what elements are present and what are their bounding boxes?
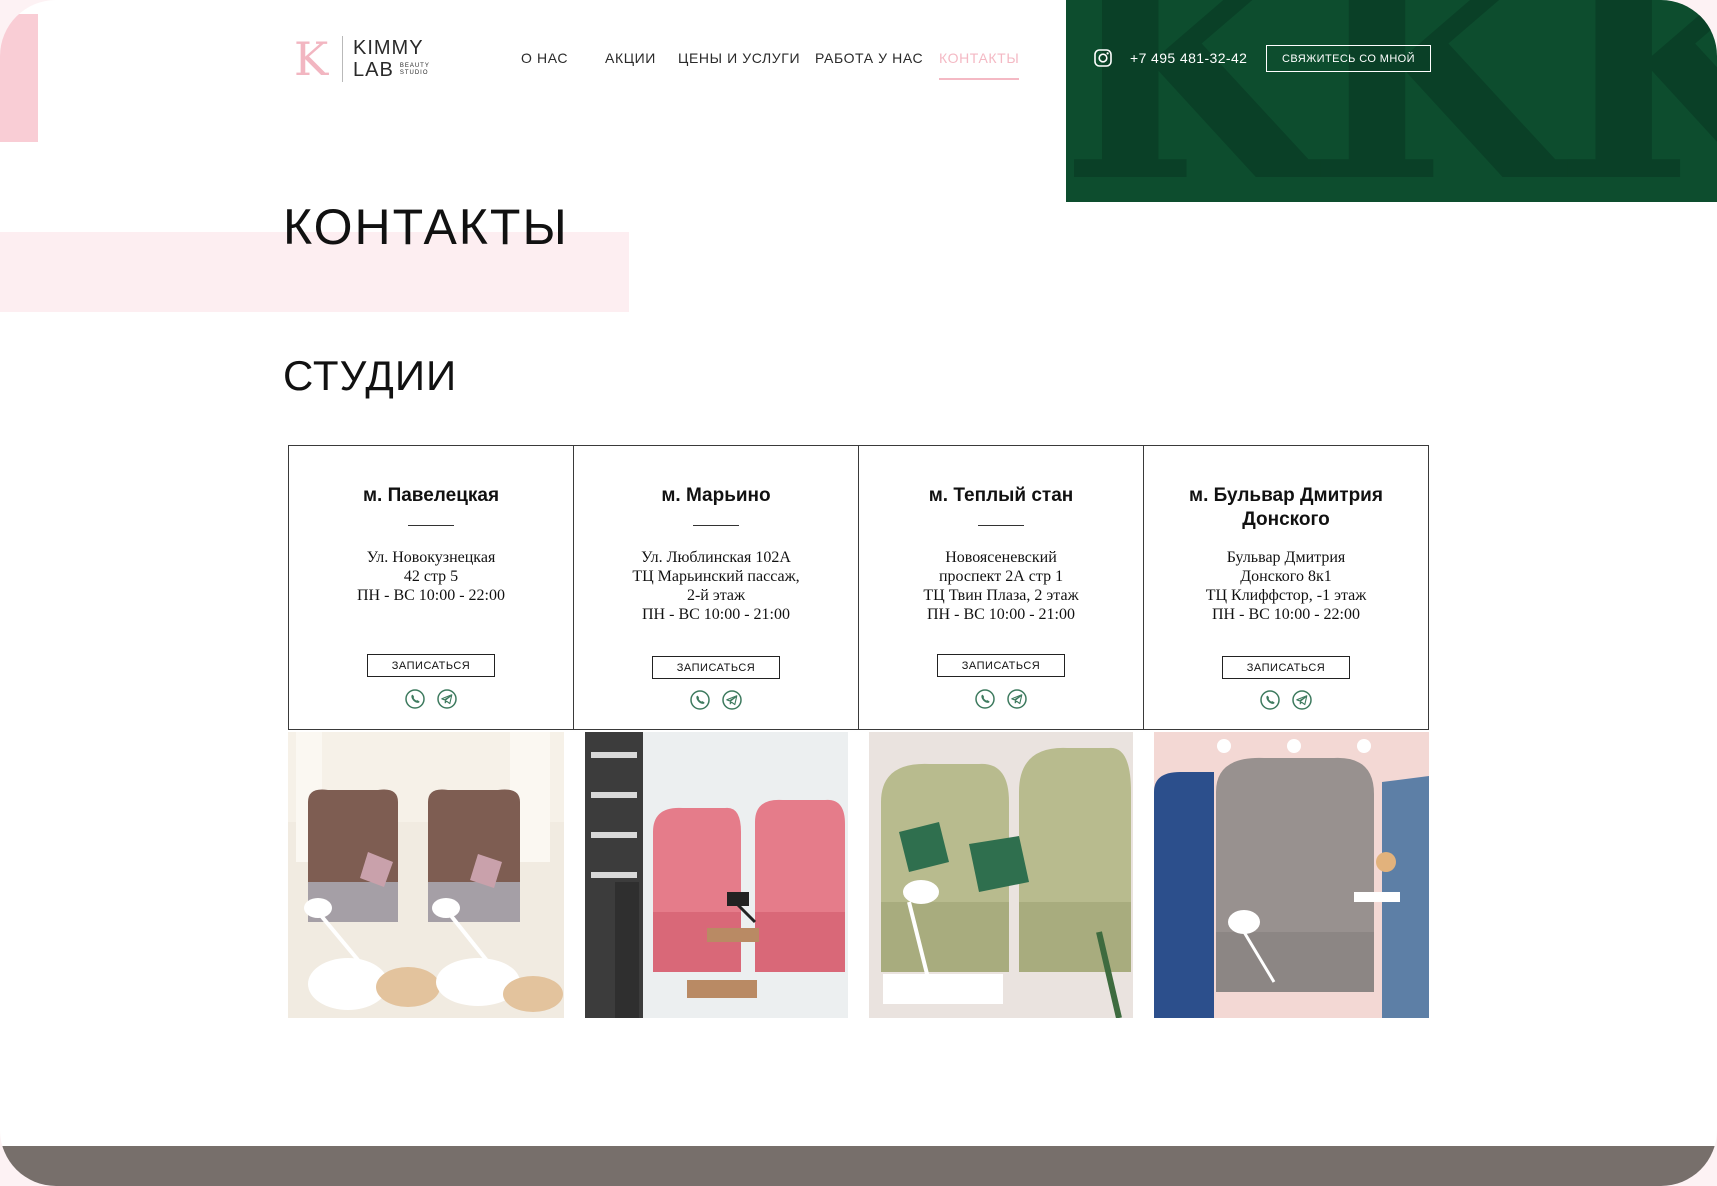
section-title: СТУДИИ [283,352,458,399]
phone-number[interactable]: +7 495 481-32-42 [1130,50,1247,66]
nav-about[interactable]: О НАС [521,50,568,66]
divider-line [978,525,1024,526]
telegram-icon[interactable] [1006,688,1028,710]
studio-photo-maryino [585,732,848,1018]
address-line: проспект 2А стр 1 [938,568,1064,585]
messenger-links [404,688,458,710]
studio-photo-paveletskaya [288,732,564,1018]
header-green-panel: KKKK [1066,0,1717,202]
telegram-icon[interactable] [1291,689,1313,711]
nav-prices-services[interactable]: ЦЕНЫ И УСЛУГИ [678,50,800,66]
page-title: КОНТАКТЫ [283,199,569,255]
logo-wordmark: KIMMY LAB BEAUTY STUDIO [353,38,434,80]
messenger-links [689,689,743,711]
hours-line: ПН - ВС 10:00 - 22:00 [357,587,505,604]
nav-contacts[interactable]: КОНТАКТЫ [939,50,1020,80]
divider-line [693,525,739,526]
page-frame: KKKK K KIMMY LAB BEAUTY STUDIO О НАС АКЦ… [0,0,1717,1186]
telegram-icon[interactable] [436,688,458,710]
hours-line: ПН - ВС 10:00 - 21:00 [927,606,1075,623]
address-line: 42 стр 5 [403,568,459,585]
messenger-links [1259,689,1313,711]
divider-line [408,525,454,526]
book-button[interactable]: ЗАПИСАТЬСЯ [937,654,1065,677]
studio-photo-tepliy-stan [869,732,1133,1018]
address-line: Новоясеневский [945,549,1057,566]
logo-divider [342,36,343,82]
hours-line: ПН - ВС 10:00 - 22:00 [1212,606,1360,623]
book-button[interactable]: ЗАПИСАТЬСЯ [1222,656,1350,679]
decorative-pink-strip [0,14,38,142]
logo-mark: K [286,34,336,84]
whatsapp-icon[interactable] [404,688,426,710]
studio-metro: м. Бульвар Дмитрия Донского [1154,484,1418,532]
studio-card-tepliy-stan: м. Теплый стан Новоясеневский проспект 2… [859,446,1144,729]
decorative-kk-letters: KKKK [1066,0,1717,202]
telegram-icon[interactable] [721,689,743,711]
logo-tagline: BEAUTY STUDIO [399,63,430,76]
studio-address: Новоясеневский проспект 2А стр 1 ТЦ Твин… [869,548,1133,624]
nav-careers[interactable]: РАБОТА У НАС [815,50,923,66]
address-line: Бульвар Дмитрия [1226,549,1346,566]
address-line: Ул. Новокузнецкая [366,549,496,566]
instagram-icon[interactable] [1094,49,1112,67]
address-line: 2-й этаж [686,587,746,604]
whatsapp-icon[interactable] [974,688,996,710]
studio-metro-line: м. Павелецкая [362,485,500,506]
studio-metro-line: м. Марьино [661,485,771,506]
footer-bar [0,1146,1717,1186]
address-line: ТЦ Твин Плаза, 2 этаж [923,587,1079,604]
studio-metro: м. Теплый стан [869,484,1133,508]
studio-card-bulvar-donskogo: м. Бульвар Дмитрия Донского Бульвар Дмит… [1144,446,1428,729]
address-line: ТЦ Марьинский пассаж, [632,568,800,585]
address-line: Донского 8к1 [1240,568,1332,585]
studio-metro: м. Павелецкая [299,484,563,508]
whatsapp-icon[interactable] [689,689,711,711]
studio-metro-line: м. Теплый стан [928,485,1074,506]
logo-line-1: KIMMY [353,37,424,59]
studio-address: Ул. Люблинская 102А ТЦ Марьинский пассаж… [584,548,848,624]
logo-letter: K [293,32,329,86]
studio-metro: м. Марьино [584,484,848,508]
studio-address: Бульвар Дмитрия Донского 8к1 ТЦ Клиффсто… [1154,548,1418,624]
studio-card-maryino: м. Марьино Ул. Люблинская 102А ТЦ Марьин… [574,446,859,729]
contact-me-button[interactable]: СВЯЖИТЕСЬ СО МНОЙ [1266,45,1431,72]
hours-line: ПН - ВС 10:00 - 21:00 [642,606,790,623]
book-button[interactable]: ЗАПИСАТЬСЯ [367,654,495,677]
studio-metro-line: м. Бульвар Дмитрия [1189,485,1383,506]
studio-photo-bulvar-donskogo [1154,732,1429,1018]
whatsapp-icon[interactable] [1259,689,1281,711]
address-line: Ул. Люблинская 102А [641,549,791,566]
studio-cards: м. Павелецкая Ул. Новокузнецкая 42 стр 5… [288,445,1429,730]
nav-promotions[interactable]: АКЦИИ [605,50,656,66]
messenger-links [974,688,1028,710]
address-line: ТЦ Клиффстор, -1 этаж [1205,587,1367,604]
studio-metro-line: Донского [1242,509,1330,530]
studio-address: Ул. Новокузнецкая 42 стр 5 ПН - ВС 10:00… [299,548,563,605]
book-button[interactable]: ЗАПИСАТЬСЯ [652,656,780,679]
logo[interactable]: K KIMMY LAB BEAUTY STUDIO [286,34,434,84]
logo-line-2: LAB [353,59,394,81]
studio-card-paveletskaya: м. Павелецкая Ул. Новокузнецкая 42 стр 5… [289,446,574,729]
